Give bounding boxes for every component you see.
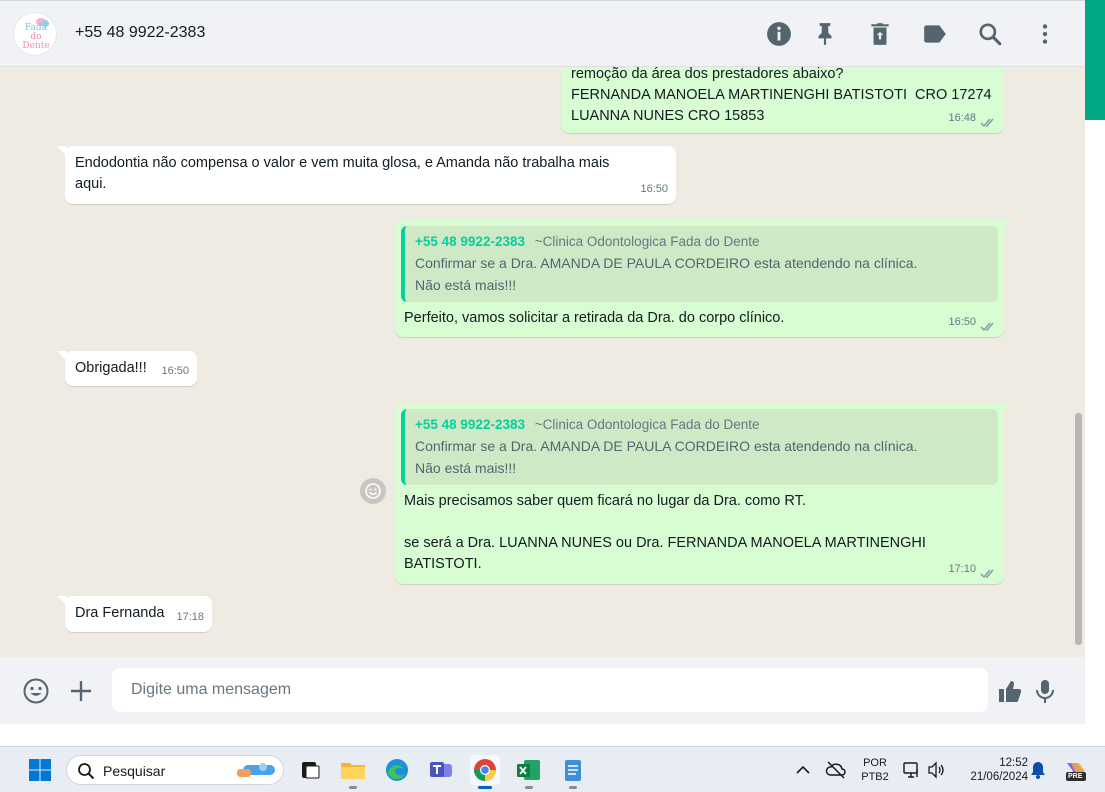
teams-button[interactable]	[426, 755, 456, 785]
quote-author-name: ~Clinica Odontologica Fada do Dente	[534, 417, 760, 432]
windows-start-icon[interactable]	[28, 758, 52, 782]
quoted-message[interactable]: +55 48 9922-2383 ~Clinica Odontologica F…	[401, 409, 998, 485]
bubble-tail	[57, 146, 67, 156]
message-time: 16:50	[161, 365, 189, 377]
clock[interactable]: 12:52 21/06/2024	[956, 756, 1028, 784]
copilot-button[interactable]: PRE	[1062, 758, 1088, 784]
quote-author-name: ~Clinica Odontologica Fada do Dente	[534, 234, 760, 249]
volume-icon[interactable]	[926, 760, 946, 780]
chrome-icon	[474, 759, 496, 781]
keyboard-layout: PTB2	[861, 771, 889, 783]
notification-bell-icon[interactable]	[1029, 760, 1047, 780]
windows-taskbar: Pesquisar POR PTB2 12:52 21/06/2024 PRE	[0, 746, 1105, 792]
message-text: Perfeito, vamos solicitar a retirada da …	[404, 310, 785, 326]
message-incoming[interactable]: Dra Fernanda 17:18	[57, 596, 212, 632]
quote-author-number: +55 48 9922-2383	[415, 417, 525, 432]
notepad-icon	[565, 760, 581, 781]
chat-scrollbar-thumb[interactable]	[1075, 413, 1082, 645]
running-indicator	[569, 786, 577, 789]
chat-area[interactable]: remoção da área dos prestadores abaixo? …	[0, 67, 1085, 657]
message-text: Endodontia não compensa o valor e vem mu…	[75, 155, 610, 192]
emoji-icon	[365, 483, 381, 499]
microphone-icon[interactable]	[1031, 677, 1059, 705]
whatsapp-window: Fada do Dente +55 48 9922-2383 remoção d…	[0, 0, 1085, 724]
read-ticks-icon	[980, 322, 994, 332]
pin-icon[interactable]	[812, 21, 838, 47]
folder-icon	[341, 763, 365, 779]
bubble-tail	[1002, 220, 1012, 230]
message-outgoing-reply[interactable]: +55 48 9922-2383 ~Clinica Odontologica F…	[395, 403, 1012, 584]
message-text: Obrigada!!!	[75, 360, 147, 376]
teams-icon	[430, 762, 452, 777]
input-language-indicator[interactable]: POR PTB2	[858, 756, 892, 784]
search-icon	[78, 763, 95, 780]
message-time: 16:50	[948, 316, 976, 328]
composer	[0, 657, 1085, 724]
quote-author-number: +55 48 9922-2383	[415, 234, 525, 249]
message-text: Mais precisamos saber quem ficará no lug…	[404, 493, 926, 572]
taskbar-search[interactable]: Pesquisar	[66, 755, 284, 785]
reaction-button[interactable]	[360, 478, 386, 504]
page-scrollbar-accent	[1085, 0, 1105, 120]
search-highlight-illustration-icon	[237, 763, 275, 777]
edge-browser-icon	[386, 759, 408, 781]
excel-button[interactable]	[514, 755, 544, 789]
quote-header: +55 48 9922-2383 ~Clinica Odontologica F…	[415, 232, 988, 252]
message-outgoing[interactable]: remoção da área dos prestadores abaixo? …	[561, 67, 1004, 133]
quoted-message[interactable]: +55 48 9922-2383 ~Clinica Odontologica F…	[401, 226, 998, 302]
info-icon[interactable]	[766, 21, 792, 47]
message-text: remoção da área dos prestadores abaixo? …	[571, 67, 992, 124]
task-view-button[interactable]	[294, 755, 324, 785]
chrome-button[interactable]	[470, 755, 500, 789]
message-outgoing-reply[interactable]: +55 48 9922-2383 ~Clinica Odontologica F…	[395, 220, 1012, 337]
quote-text: Confirmar se a Dra. AMANDA DE PAULA CORD…	[415, 438, 918, 476]
copilot-preview-badge: PRE	[1068, 773, 1083, 780]
edge-button[interactable]	[382, 755, 412, 785]
clock-time: 12:52	[999, 757, 1028, 769]
emoji-icon[interactable]	[22, 677, 50, 705]
message-input-box[interactable]	[112, 668, 988, 712]
menu-icon[interactable]	[1032, 21, 1058, 47]
excel-icon	[517, 760, 540, 780]
active-indicator	[478, 786, 492, 789]
message-time: 16:50	[640, 183, 668, 195]
read-ticks-icon	[980, 118, 994, 128]
page-scrollbar[interactable]	[1085, 0, 1105, 724]
delete-icon[interactable]	[867, 21, 893, 47]
onedrive-offline-icon[interactable]	[825, 760, 847, 780]
message-time: 17:10	[948, 563, 976, 575]
running-indicator	[349, 786, 357, 789]
message-input[interactable]	[112, 668, 988, 712]
taskbar-search-label: Pesquisar	[103, 763, 166, 779]
contact-name[interactable]: +55 48 9922-2383	[75, 24, 205, 42]
search-icon[interactable]	[977, 21, 1003, 47]
copilot-icon	[1066, 763, 1086, 781]
message-time: 16:48	[948, 112, 976, 124]
bubble-tail	[57, 351, 67, 361]
label-icon[interactable]	[922, 21, 948, 47]
message-time: 17:18	[176, 611, 204, 623]
bubble-tail	[1002, 403, 1012, 413]
network-icon[interactable]	[902, 760, 922, 780]
notepad-button[interactable]	[558, 755, 588, 789]
thumbs-up-icon[interactable]	[996, 677, 1024, 705]
avatar-logo-line2: do Dente	[22, 32, 50, 51]
running-indicator	[525, 786, 533, 789]
file-explorer-button[interactable]	[338, 755, 368, 789]
avatar-logo-text: Fada do Dente	[22, 24, 50, 51]
message-incoming[interactable]: Endodontia não compensa o valor e vem mu…	[57, 146, 676, 204]
contact-avatar[interactable]: Fada do Dente	[13, 12, 57, 56]
quote-header: +55 48 9922-2383 ~Clinica Odontologica F…	[415, 415, 988, 435]
attach-plus-icon[interactable]	[67, 677, 95, 705]
bubble-tail	[57, 596, 67, 606]
message-text: Dra Fernanda	[75, 605, 165, 621]
read-ticks-icon	[980, 569, 994, 579]
chevron-up-icon[interactable]	[795, 763, 811, 777]
clock-date: 21/06/2024	[970, 771, 1028, 783]
chat-header: Fada do Dente +55 48 9922-2383	[0, 0, 1085, 67]
language-code: POR	[863, 757, 887, 769]
quote-text: Confirmar se a Dra. AMANDA DE PAULA CORD…	[415, 255, 918, 293]
task-view-icon	[302, 762, 320, 779]
message-incoming[interactable]: Obrigada!!! 16:50	[57, 351, 197, 386]
